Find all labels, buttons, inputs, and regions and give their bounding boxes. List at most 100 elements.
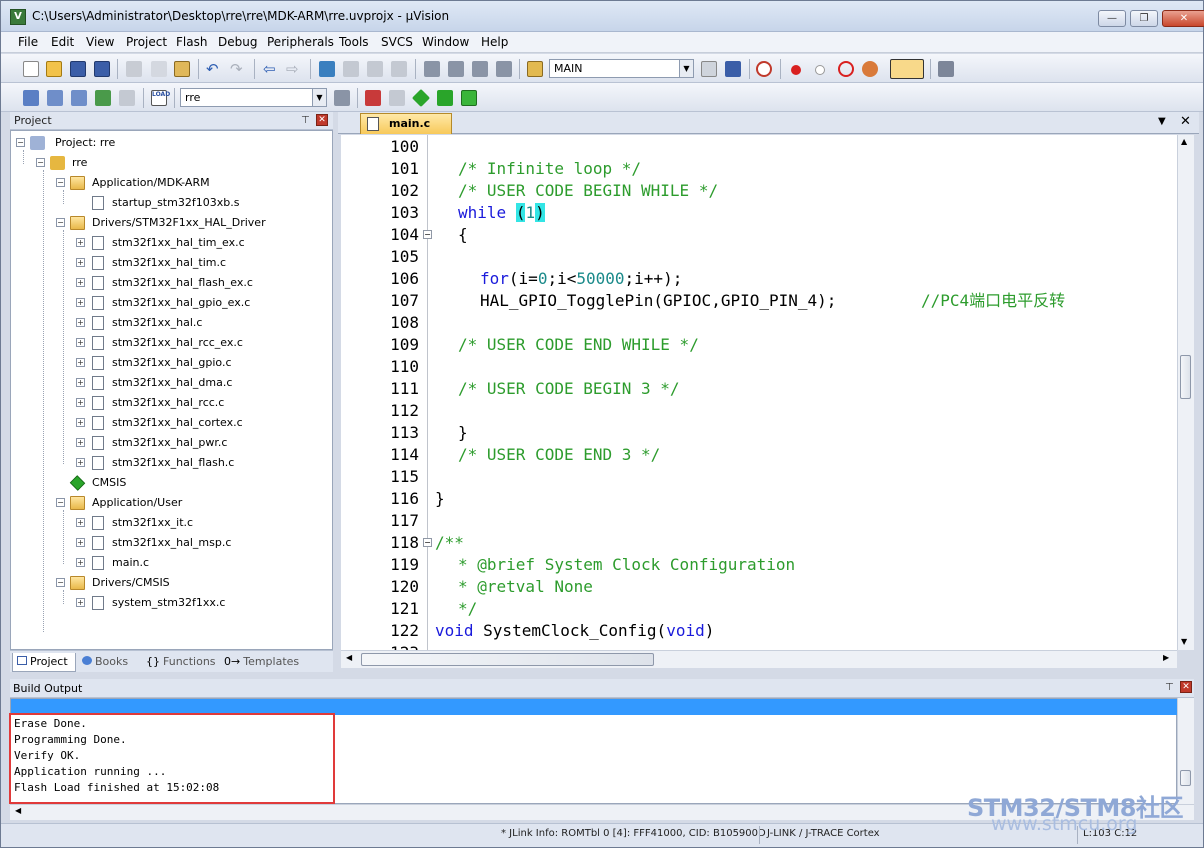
configure-icon[interactable] [938,61,954,77]
minimize-button[interactable]: — [1098,10,1126,27]
menu-edit[interactable]: Edit [51,35,74,49]
window-layout-icon[interactable] [890,59,924,79]
translate-icon[interactable] [23,90,39,106]
tab-templates[interactable]: 0→ Templates [220,653,306,672]
paste-icon[interactable] [174,61,190,77]
manage-rte-icon[interactable] [411,88,431,108]
collapse-icon[interactable]: − [36,158,45,167]
menu-flash[interactable]: Flash [176,35,207,49]
expand-icon[interactable]: + [76,378,85,387]
target-options-icon[interactable] [334,90,350,106]
target-combo[interactable]: MAIN ▼ [549,59,694,78]
scroll-thumb[interactable] [1180,770,1191,786]
close-panel-icon[interactable]: ✕ [1180,681,1192,693]
comment-icon[interactable] [472,61,488,77]
fold-marker-icon[interactable]: − [423,224,433,246]
expand-icon[interactable]: + [76,518,85,527]
prev-bookmark-icon[interactable] [343,61,359,77]
close-window-button[interactable]: ✕ [1162,10,1204,27]
expand-icon[interactable]: + [76,538,85,547]
expand-icon[interactable]: + [76,258,85,267]
navigate-forward-icon[interactable]: ⇨ [286,61,302,77]
save-icon[interactable] [70,61,86,77]
menu-window[interactable]: Window [422,35,469,49]
redo-icon[interactable]: ↷ [230,61,246,77]
navigate-back-icon[interactable]: ⇦ [263,61,279,77]
clear-bookmarks-icon[interactable] [391,61,407,77]
bookmark-icon[interactable] [319,61,335,77]
find-icon[interactable] [725,61,741,77]
editor-horizontal-scrollbar[interactable]: ◀ ▶ [341,650,1177,668]
scroll-up-icon[interactable]: ▲ [1181,137,1187,146]
copy-icon[interactable] [151,61,167,77]
menu-tools[interactable]: Tools [339,35,369,49]
expand-icon[interactable]: + [76,338,85,347]
menu-help[interactable]: Help [481,35,508,49]
tab-books[interactable]: Books [78,653,140,672]
menu-debug[interactable]: Debug [218,35,257,49]
expand-icon[interactable]: + [76,598,85,607]
tab-functions[interactable]: {} Functions [142,653,218,672]
tab-list-chevron-icon[interactable]: ▼ [1158,116,1166,127]
expand-icon[interactable]: + [76,438,85,447]
new-file-icon[interactable] [23,61,39,77]
expand-icon[interactable]: + [76,558,85,567]
code-editor[interactable]: 100 101 /* Infinite loop */ 102 /* USER … [341,135,1177,650]
save-all-icon[interactable] [94,61,110,77]
collapse-icon[interactable]: − [56,498,65,507]
expand-icon[interactable]: + [76,318,85,327]
insert-breakpoint-icon[interactable] [791,65,801,75]
expand-icon[interactable]: + [76,398,85,407]
collapse-icon[interactable]: − [16,138,25,147]
scroll-left-icon[interactable]: ◀ [346,653,352,662]
menu-project[interactable]: Project [126,35,167,49]
scroll-thumb[interactable] [1180,355,1191,399]
expand-icon[interactable]: + [76,358,85,367]
download-load-icon[interactable]: LOAD [151,90,170,106]
manage-project-items-icon[interactable] [365,90,381,106]
close-tab-icon[interactable]: ✕ [1180,114,1191,129]
stop-build-icon[interactable] [119,90,135,106]
collapse-icon[interactable]: − [56,178,65,187]
uncomment-icon[interactable] [496,61,512,77]
scroll-right-icon[interactable]: ▶ [1163,653,1169,662]
menu-peripherals[interactable]: Peripherals [267,35,334,49]
find-in-files-icon[interactable] [527,61,543,77]
pin-icon[interactable]: ⊤ [301,115,310,126]
expand-icon[interactable]: + [76,298,85,307]
unindent-icon[interactable] [448,61,464,77]
tab-project[interactable]: Project [12,653,76,672]
menu-svcs[interactable]: SVCS [381,35,413,49]
restore-button[interactable]: ❐ [1130,10,1158,27]
batch-build-icon[interactable] [95,90,111,106]
scroll-left-icon[interactable]: ◀ [15,806,21,815]
cut-icon[interactable] [126,61,142,77]
expand-icon[interactable]: + [76,238,85,247]
enable-breakpoint-icon[interactable] [815,65,825,75]
rebuild-icon[interactable] [71,90,87,106]
close-panel-icon[interactable]: ✕ [316,114,328,126]
pin-icon[interactable]: ⊤ [1165,682,1174,693]
kill-breakpoints-icon[interactable] [862,61,878,77]
editor-vertical-scrollbar[interactable]: ▲ ▼ [1177,135,1194,650]
run-time-environment-icon[interactable] [461,90,477,106]
select-packs-icon[interactable] [389,90,405,106]
expand-icon[interactable]: + [76,458,85,467]
expand-icon[interactable]: + [76,418,85,427]
collapse-icon[interactable]: − [56,578,65,587]
menu-view[interactable]: View [86,35,114,49]
expand-icon[interactable]: + [76,278,85,287]
project-target-combo[interactable]: rre ▼ [180,88,327,107]
undo-icon[interactable]: ↶ [206,61,222,77]
debug-session-icon[interactable] [756,61,772,77]
pack-installer-icon[interactable] [437,90,453,106]
next-bookmark-icon[interactable] [367,61,383,77]
build-icon[interactable] [47,90,63,106]
menu-file[interactable]: File [18,35,38,49]
incremental-find-icon[interactable] [701,61,717,77]
indent-icon[interactable] [424,61,440,77]
collapse-icon[interactable]: − [56,218,65,227]
tab-main-c[interactable]: main.c [360,113,452,134]
scroll-down-icon[interactable]: ▼ [1181,637,1187,646]
scroll-thumb[interactable] [361,653,654,666]
